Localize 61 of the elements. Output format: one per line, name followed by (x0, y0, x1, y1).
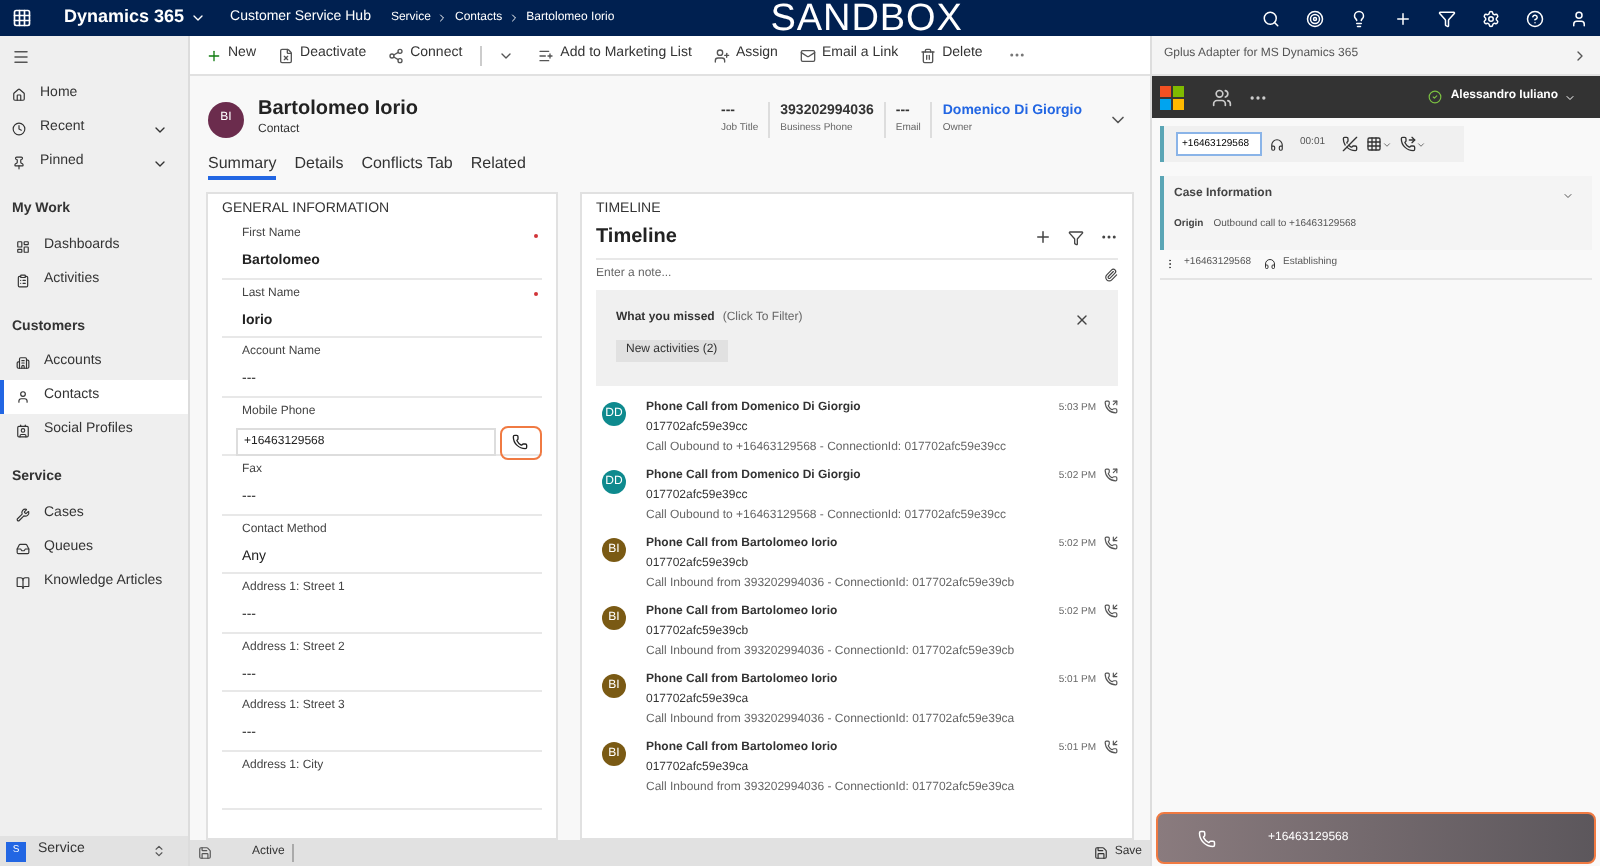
call-status-icon (1263, 257, 1276, 269)
plus-icon (206, 47, 222, 63)
record-name: Bartolomeo Iorio (258, 97, 419, 123)
inbox-icon (16, 541, 30, 555)
paperclip-icon[interactable] (1104, 268, 1118, 282)
pin-icon (12, 156, 26, 170)
connect-icon (388, 47, 405, 63)
tab[interactable]: Summary (208, 152, 277, 180)
trash-icon (920, 47, 937, 63)
outgoing-call-icon (1104, 468, 1118, 482)
save-icon (1094, 846, 1109, 860)
help-icon[interactable] (1526, 9, 1544, 27)
search-icon[interactable] (1262, 9, 1280, 27)
chevron-icon (508, 12, 521, 24)
dashboard-icon (16, 239, 30, 253)
person-icon (16, 390, 30, 404)
building-icon (16, 356, 30, 370)
incoming-call-icon (1104, 672, 1118, 686)
tab[interactable]: Conflicts Tab (361, 152, 453, 180)
filter-icon[interactable] (1068, 229, 1084, 245)
phone-icon (512, 434, 529, 450)
app-name[interactable]: Dynamics 365 (64, 4, 185, 32)
incoming-call-icon (1104, 740, 1118, 754)
clock-icon (12, 122, 26, 136)
chevron-icon (436, 12, 449, 24)
phone-icon (1198, 829, 1216, 847)
timeline-title: Timeline (596, 224, 677, 252)
keypad-icon[interactable] (1365, 136, 1382, 152)
document-icon (278, 47, 295, 63)
list-icon (538, 47, 555, 63)
contact-card-icon (16, 424, 30, 438)
app-launcher-icon[interactable] (12, 8, 32, 28)
menu-icon[interactable] (12, 48, 30, 66)
book-icon (16, 575, 30, 589)
outgoing-call-icon (1104, 400, 1118, 414)
clipboard-icon (16, 273, 30, 287)
tab[interactable]: Related (470, 152, 526, 180)
target-icon[interactable] (1306, 9, 1324, 27)
incoming-call-icon (1104, 536, 1118, 550)
plus-icon[interactable] (1034, 228, 1052, 246)
transfer-icon[interactable] (1399, 136, 1416, 152)
chevron-icon[interactable] (190, 10, 207, 26)
incoming-call-icon (1104, 604, 1118, 618)
settings-icon[interactable] (1482, 9, 1500, 27)
tab[interactable]: Details (294, 152, 344, 180)
plus-icon[interactable] (1394, 9, 1412, 27)
user-icon[interactable] (1570, 9, 1588, 27)
mail-icon (799, 47, 816, 63)
home-icon (12, 88, 26, 102)
updown-icon[interactable] (152, 844, 166, 858)
call-status-icon (1270, 137, 1284, 151)
wrench-icon (16, 507, 30, 521)
hangup-icon[interactable] (1341, 136, 1358, 152)
agents-icon[interactable] (1212, 87, 1232, 107)
environment-label: SANDBOX (770, 0, 963, 37)
call-button[interactable] (499, 425, 542, 459)
person-icon (713, 47, 730, 63)
lightbulb-icon[interactable] (1350, 9, 1368, 27)
windows-logo-icon[interactable] (1160, 85, 1184, 109)
collapse-icon[interactable] (1572, 47, 1588, 63)
close-icon[interactable] (1074, 311, 1090, 327)
